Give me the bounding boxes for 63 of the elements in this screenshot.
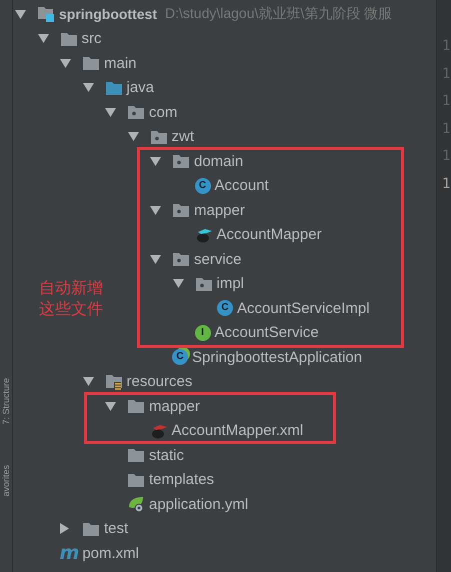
line-number: 1 <box>441 174 451 194</box>
tool-window-tab[interactable]: avorites <box>0 464 12 496</box>
spring-class-icon: C <box>172 349 188 366</box>
file-name[interactable]: AccountMapper <box>216 226 322 244</box>
folder-name[interactable]: com <box>149 104 178 121</box>
class-icon: C <box>217 300 233 316</box>
expanded-arrow-icon[interactable] <box>105 402 116 411</box>
package-icon <box>127 104 145 120</box>
file-name[interactable]: pom.xml <box>82 544 139 562</box>
folder-icon <box>104 80 122 96</box>
package-icon <box>150 128 168 145</box>
folder-name[interactable]: zwt <box>172 128 194 146</box>
expanded-arrow-icon[interactable] <box>60 58 71 68</box>
folder-name[interactable]: src <box>82 30 102 48</box>
expanded-arrow-icon[interactable] <box>38 34 48 44</box>
folder-icon <box>127 447 145 464</box>
expanded-arrow-icon[interactable] <box>128 132 138 142</box>
folder-name[interactable]: main <box>104 54 137 72</box>
file-name[interactable]: Account <box>214 177 269 194</box>
expanded-arrow-icon[interactable] <box>105 108 116 117</box>
file-name[interactable]: AccountServiceImpl <box>237 300 370 317</box>
folder-name[interactable]: service <box>194 250 242 268</box>
file-name[interactable]: SpringboottestApplication <box>192 348 362 366</box>
folder-name[interactable]: springboottest <box>59 6 157 22</box>
folder-icon <box>60 30 78 47</box>
folder-icon <box>127 472 145 488</box>
folder-icon <box>82 520 100 537</box>
package-icon <box>172 251 190 268</box>
annotation-text: 自动新增 <box>39 278 103 299</box>
class-icon: C <box>194 178 210 194</box>
file-name[interactable]: application.yml <box>149 496 248 513</box>
expanded-arrow-icon[interactable] <box>150 206 161 215</box>
expanded-arrow-icon[interactable] <box>82 83 94 92</box>
folder-icon <box>127 398 145 414</box>
folder-name[interactable]: templates <box>149 471 214 488</box>
file-name[interactable]: AccountService <box>214 324 319 342</box>
folder-name[interactable]: domain <box>194 152 244 170</box>
collapsed-arrow-icon[interactable] <box>60 523 69 534</box>
package-icon <box>194 276 212 292</box>
resource-folder-icon <box>104 372 122 391</box>
package-icon <box>172 153 190 170</box>
expanded-arrow-icon[interactable] <box>172 279 184 288</box>
expanded-arrow-icon[interactable] <box>82 377 94 386</box>
expanded-arrow-icon[interactable] <box>15 10 26 19</box>
folder-name[interactable]: java <box>126 79 154 96</box>
maven-icon: m <box>60 545 78 562</box>
interface-icon: I <box>194 324 210 341</box>
annotation-text: 这些文件 <box>39 300 103 320</box>
module-folder-icon <box>37 5 55 24</box>
folder-name[interactable]: static <box>149 446 184 464</box>
package-icon <box>172 202 190 218</box>
expanded-arrow-icon[interactable] <box>150 254 161 264</box>
file-name[interactable]: AccountMapper.xml <box>172 422 304 440</box>
folder-name[interactable]: resources <box>126 373 192 390</box>
folder-name[interactable]: test <box>104 520 128 538</box>
expanded-arrow-icon[interactable] <box>150 156 161 166</box>
folder-name[interactable]: mapper <box>149 398 200 415</box>
leaf-gear-icon <box>127 495 145 514</box>
folder-icon <box>82 55 100 72</box>
tool-window-tab[interactable]: 7: Structure <box>0 378 12 425</box>
folder-name[interactable]: impl <box>216 275 244 292</box>
folder-name[interactable]: mapper <box>194 202 245 219</box>
project-path: D:\study\lagou\就业班\第九阶段 微服 <box>165 5 392 24</box>
